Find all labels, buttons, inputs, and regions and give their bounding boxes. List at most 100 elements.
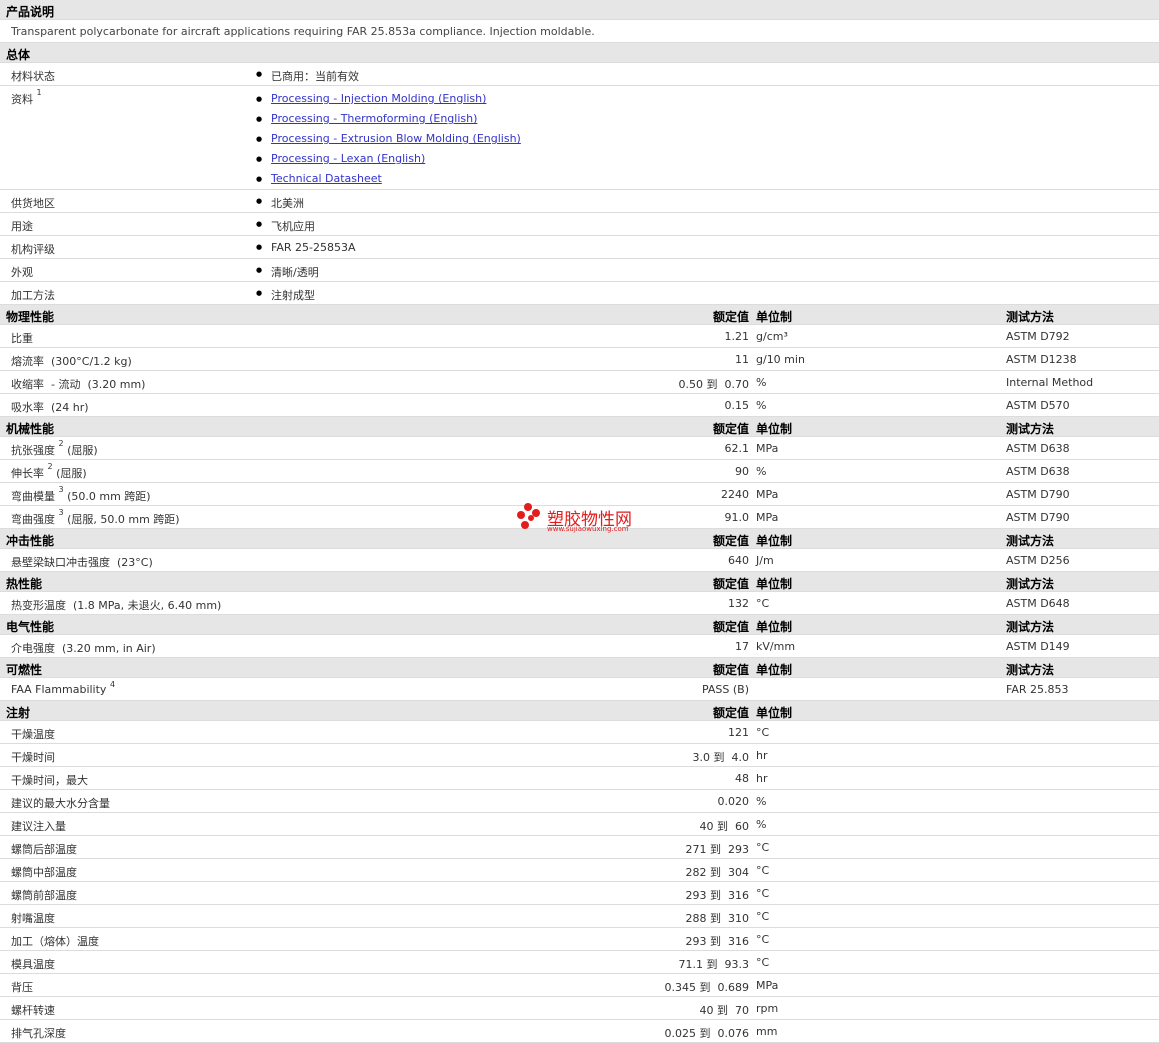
table-row: 伸长率 2 (屈服) 90% ASTM D638	[0, 460, 1159, 483]
column-header-unit: 单位制	[756, 663, 793, 677]
property-label: 悬壁梁缺口冲击强度 (23°C)	[11, 554, 153, 570]
property-name: 螺筒后部温度	[11, 843, 77, 856]
property-unit: °C	[756, 597, 770, 610]
property-value-text: 北美洲	[271, 197, 304, 210]
watermark-url: www.sujiaowuxing.com	[547, 525, 629, 533]
property-unit: °C	[756, 956, 770, 969]
property-label: 供货地区	[11, 197, 55, 210]
footnote-marker: 4	[109, 680, 116, 689]
property-label: 吸水率 (24 hr)	[11, 399, 89, 415]
table-row: 收缩率 - 流动 (3.20 mm) 0.50 到 0.70% Internal M…	[0, 371, 1159, 394]
property-unit: hr	[756, 749, 768, 762]
property-unit: kV/mm	[756, 640, 796, 653]
property-condition: (23°C)	[110, 556, 153, 569]
property-label: 熔流率 (300°C/1.2 kg)	[11, 353, 132, 369]
property-unit: °C	[756, 910, 770, 923]
property-label: 收缩率 - 流动 (3.20 mm)	[11, 376, 145, 392]
property-name: 弯曲模量	[11, 490, 55, 503]
property-unit: %	[756, 465, 767, 478]
literature-link-lexan[interactable]: Processing - Lexan (English)	[271, 152, 425, 165]
column-header-method: 测试方法	[1006, 310, 1055, 324]
test-method: ASTM D638	[1006, 465, 1070, 478]
property-unit: °C	[756, 841, 770, 854]
property-condition: (屈服, 50.0 mm 跨距)	[63, 513, 180, 526]
property-condition: (300°C/1.2 kg)	[44, 355, 132, 368]
section-title: 电气性能	[6, 620, 55, 634]
literature-link-injection-molding[interactable]: Processing - Injection Molding (English)	[271, 92, 486, 105]
property-name: 建议注入量	[11, 820, 66, 833]
property-label: 材料状态	[11, 70, 55, 83]
table-row: 螺筒后部温度 271 到 293 °C	[0, 836, 1159, 859]
property-value: 已商用：当前有效	[256, 68, 359, 84]
table-row: 背压 0.345 到 0.689 MPa	[0, 974, 1159, 997]
test-method: ASTM D570	[1006, 399, 1070, 412]
property-value: 91.0	[724, 511, 750, 524]
column-header-unit: 单位制	[756, 577, 793, 591]
table-row: 模具温度 71.1 到 93.3 °C	[0, 951, 1159, 974]
property-name: 射嘴温度	[11, 912, 55, 925]
section-title: 注射	[6, 706, 31, 720]
property-unit: %	[756, 399, 767, 412]
section-header: 注射 额定值 单位制	[0, 701, 1159, 721]
table-row: 热变形温度 (1.8 MPa, 未退火, 6.40 mm) 132 °C ASTM D…	[0, 592, 1159, 615]
property-label: 螺杆转速	[11, 1002, 55, 1018]
section-header: 电气性能 额定值 单位制 测试方法	[0, 615, 1159, 635]
property-sections: 物理性能 额定值 单位制 测试方法 比重 1.21 g/cm³ ASTM D792 熔流率 (3…	[0, 305, 1159, 1043]
property-value: 90	[735, 465, 749, 478]
footnote-marker: 2	[58, 439, 64, 448]
footnote-marker: 2	[47, 462, 53, 471]
table-row: 建议的最大水分含量 0.020%	[0, 790, 1159, 813]
property-value: 飞机应用	[256, 218, 315, 234]
property-name: 干燥时间，最大	[11, 774, 88, 787]
property-value: 71.1 到 93.3	[678, 958, 749, 971]
property-label: 干燥温度	[11, 726, 55, 742]
property-unit: °C	[756, 726, 770, 739]
literature-link-technical-datasheet[interactable]: Technical Datasheet	[271, 172, 382, 185]
property-value: 132	[728, 597, 749, 610]
section-title: 冲击性能	[6, 534, 55, 548]
property-label: 资料 1	[11, 88, 42, 107]
property-name: 弯曲强度	[11, 513, 55, 526]
general-row-appearance: 外观 清晰/透明	[0, 259, 1159, 282]
section-title: 机械性能	[6, 422, 55, 436]
section-header: 机械性能 额定值 单位制 测试方法	[0, 417, 1159, 437]
property-name: 螺杆转速	[11, 1004, 55, 1017]
section-title: 物理性能	[6, 310, 55, 324]
test-method: ASTM D790	[1006, 488, 1070, 501]
property-name: 悬壁梁缺口冲击强度	[11, 556, 110, 569]
footnote-marker: 3	[58, 485, 64, 494]
section-header: 热性能 额定值 单位制 测试方法	[0, 572, 1159, 592]
logo-dots-icon	[517, 503, 543, 533]
property-value: 40 到 60	[699, 820, 749, 833]
property-name: 熔流率	[11, 355, 44, 368]
table-row: 干燥时间 3.0 到 4.0 hr	[0, 744, 1159, 767]
property-name: 伸长率	[11, 467, 44, 480]
property-unit: °C	[756, 933, 770, 946]
list-item: Technical Datasheet	[256, 169, 521, 189]
property-value: 0.50 到 0.70	[678, 378, 749, 391]
table-row: 吸水率 (24 hr) 0.15% ASTM D570	[0, 394, 1159, 417]
property-value: 0.15	[724, 399, 750, 412]
property-unit: %	[756, 376, 767, 389]
test-method: ASTM D648	[1006, 597, 1070, 610]
property-name: 螺筒中部温度	[11, 866, 77, 879]
table-row: 抗张强度 2 (屈服) 62.1 MPa ASTM D638	[0, 437, 1159, 460]
property-label: 干燥时间，最大	[11, 772, 88, 788]
property-name: 干燥温度	[11, 728, 55, 741]
literature-link-thermoforming[interactable]: Processing - Thermoforming (English)	[271, 112, 477, 125]
property-label: 加工方法	[11, 289, 55, 302]
table-row: FAA Flammability 4 PASS (B) FAR 25.853	[0, 678, 1159, 701]
list-item: Processing - Lexan (English)	[256, 149, 521, 169]
literature-link-extrusion-blow-molding[interactable]: Processing - Extrusion Blow Molding (Eng…	[271, 132, 521, 145]
property-value: FAR 25-25853A	[256, 241, 355, 254]
property-value-text: 注射成型	[271, 289, 315, 302]
property-condition: (1.8 MPa, 未退火, 6.40 mm)	[66, 599, 222, 612]
general-row-literature: 资料 1 Processing - Injection Molding (Eng…	[0, 86, 1159, 190]
property-unit: rpm	[756, 1002, 779, 1015]
general-row-uses: 用途 飞机应用	[0, 213, 1159, 236]
property-unit: MPa	[756, 511, 779, 524]
property-value-text: 已商用：当前有效	[271, 70, 359, 83]
table-row: 悬壁梁缺口冲击强度 (23°C) 640 J/m ASTM D256	[0, 549, 1159, 572]
property-unit: g/10 min	[756, 353, 805, 366]
property-unit: MPa	[756, 979, 779, 992]
